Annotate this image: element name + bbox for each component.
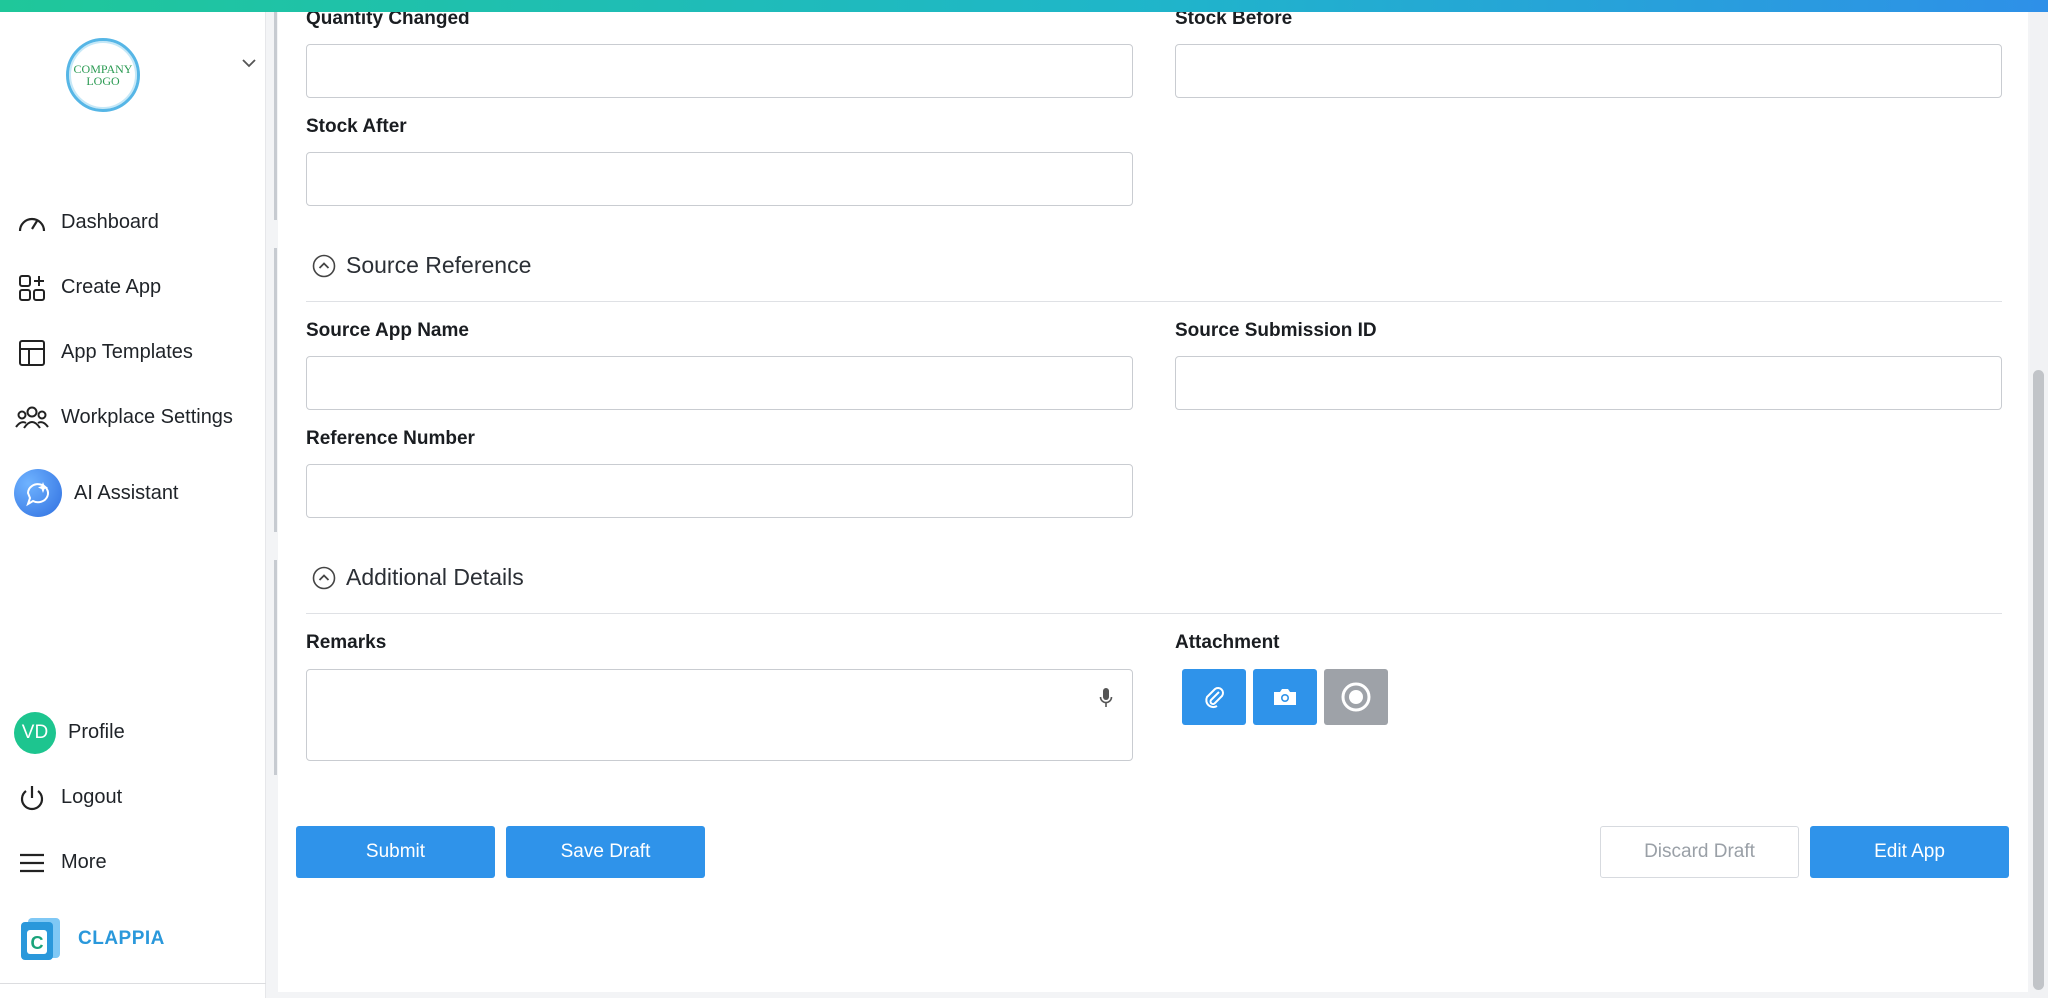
sidebar: COMPANY LOGO Dashboard Create App App Te… [0, 0, 266, 998]
attachment-label: Attachment [1175, 632, 1280, 653]
ai-chat-sparkle-icon [14, 469, 62, 517]
attach-file-button[interactable] [1182, 669, 1246, 725]
record-button[interactable] [1324, 669, 1388, 725]
source-submission-id-input[interactable] [1175, 356, 2002, 410]
sidebar-item-label: Logout [61, 786, 123, 808]
chevron-down-icon[interactable] [240, 56, 258, 70]
section-divider [306, 613, 2002, 614]
remarks-label: Remarks [306, 632, 387, 653]
sidebar-item-more[interactable]: More [0, 830, 266, 895]
scrollbar-thumb[interactable] [2033, 370, 2044, 990]
users-group-icon [14, 400, 50, 436]
edit-app-button[interactable]: Edit App [1810, 826, 2009, 878]
power-icon [14, 780, 50, 816]
stock-after-label: Stock After [306, 116, 407, 137]
clappia-logo-icon: C [21, 918, 60, 960]
reference-number-input[interactable] [306, 464, 1133, 518]
sidebar-item-create-app[interactable]: Create App [0, 255, 266, 320]
sidebar-nav: Dashboard Create App App Templates Workp… [0, 190, 266, 536]
sidebar-divider [0, 983, 266, 984]
clappia-brand[interactable]: C CLAPPIA [18, 916, 165, 962]
brand-name: CLAPPIA [78, 928, 165, 949]
discard-draft-button[interactable]: Discard Draft [1600, 826, 1799, 878]
reference-number-label: Reference Number [306, 428, 475, 449]
record-icon [1341, 682, 1371, 712]
sidebar-item-dashboard[interactable]: Dashboard [0, 190, 266, 255]
vertical-scrollbar[interactable] [2030, 0, 2048, 998]
stock-before-input[interactable] [1175, 44, 2002, 98]
sidebar-item-label: More [61, 851, 107, 873]
section-source-reference[interactable]: Source Reference [312, 252, 531, 279]
source-app-name-input[interactable] [306, 356, 1133, 410]
source-submission-id-label: Source Submission ID [1175, 320, 1377, 341]
logo-text-line2: LOGO [86, 74, 120, 88]
sidebar-item-profile[interactable]: VD Profile [0, 700, 266, 765]
avatar: VD [14, 711, 56, 754]
remarks-textarea[interactable] [306, 669, 1133, 761]
section-indicator [274, 12, 277, 220]
section-divider [306, 301, 2002, 302]
sidebar-bottom-nav: VD Profile Logout More [0, 700, 266, 895]
save-draft-button[interactable]: Save Draft [506, 826, 705, 878]
hamburger-menu-icon [14, 845, 50, 881]
svg-text:C: C [31, 933, 44, 953]
camera-button[interactable] [1253, 669, 1317, 725]
section-indicator [274, 248, 277, 532]
submit-button[interactable]: Submit [296, 826, 495, 878]
camera-icon [1274, 689, 1296, 705]
sidebar-item-label: Dashboard [61, 211, 159, 233]
stock-after-input[interactable] [306, 152, 1133, 206]
sidebar-item-label: Create App [61, 276, 162, 298]
section-additional-details[interactable]: Additional Details [312, 564, 524, 591]
grid-plus-icon [14, 270, 50, 306]
section-title: Additional Details [346, 564, 524, 590]
sidebar-item-label: AI Assistant [74, 481, 179, 504]
chevron-up-circle-icon [312, 566, 336, 589]
paperclip-icon [1205, 687, 1224, 709]
section-indicator [274, 560, 277, 775]
sidebar-item-label: Workplace Settings [61, 406, 233, 428]
sidebar-item-label: App Templates [61, 341, 193, 363]
source-app-name-label: Source App Name [306, 320, 469, 341]
template-layout-icon [14, 335, 50, 371]
company-logo[interactable]: COMPANY LOGO [66, 38, 144, 116]
section-title: Source Reference [346, 252, 532, 278]
form-panel: Quantity Changed Stock Before Stock Afte… [278, 0, 2028, 992]
sidebar-item-logout[interactable]: Logout [0, 765, 266, 830]
sidebar-item-app-templates[interactable]: App Templates [0, 320, 266, 385]
quantity-changed-input[interactable] [306, 44, 1133, 98]
chevron-up-circle-icon [312, 254, 336, 277]
top-gradient-bar [0, 0, 2048, 12]
sidebar-item-label: Profile [68, 721, 125, 743]
sidebar-item-ai-assistant[interactable]: AI Assistant [0, 450, 266, 536]
sidebar-item-workplace-settings[interactable]: Workplace Settings [0, 385, 266, 450]
microphone-icon[interactable] [1098, 686, 1114, 710]
gauge-icon [14, 205, 50, 241]
